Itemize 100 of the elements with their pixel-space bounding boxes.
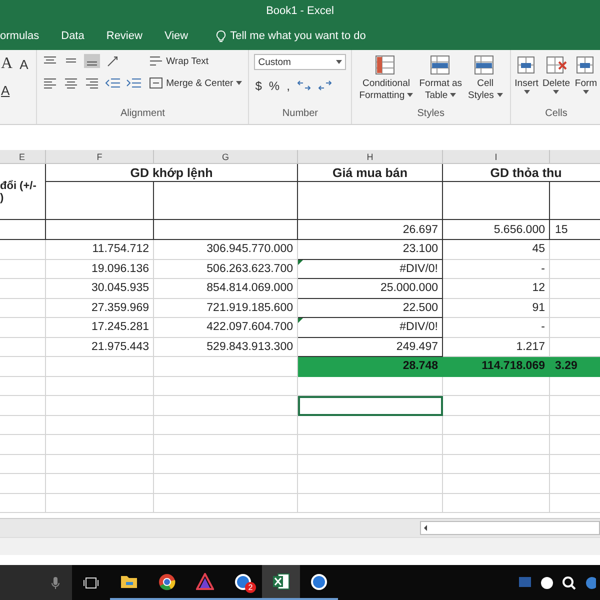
selected-cell[interactable] [298, 396, 443, 416]
align-left-icon[interactable] [42, 76, 58, 90]
table-cell [0, 376, 46, 396]
table-cell [0, 416, 46, 435]
currency-button[interactable]: $ [254, 78, 263, 94]
wrap-text-button[interactable]: Wrap Text [148, 54, 244, 68]
cell-value: 11.754.712 [92, 243, 149, 256]
header-text: ) [0, 192, 4, 204]
globe-icon[interactable] [584, 576, 596, 590]
table-cell [0, 435, 46, 454]
grow-font-button[interactable]: A [0, 54, 14, 74]
cell-value: 12 [532, 282, 545, 294]
table-cell [0, 494, 46, 513]
caret-icon [524, 90, 530, 94]
cell-value: 23.100 [402, 243, 438, 256]
table-cell[interactable]: #DIV/0! [298, 260, 443, 279]
column-header[interactable]: F [96, 152, 102, 162]
triangle-app-icon[interactable] [196, 573, 214, 590]
table-cell[interactable]: 22.500 [298, 298, 443, 318]
increase-indent-icon[interactable] [126, 76, 142, 90]
spreadsheet-app-icon[interactable] [272, 573, 290, 590]
cell-value: 506.263.623.700 [206, 262, 293, 275]
column-header[interactable]: I [494, 152, 498, 162]
cell-value: 1.217 [516, 340, 545, 353]
cell-value: 854.814.069.000 [206, 282, 293, 294]
task-view-icon[interactable] [83, 576, 99, 588]
styles-button[interactable]: Conditional Formatting [357, 54, 416, 108]
keyboard-icon[interactable] [518, 576, 532, 588]
cells-button[interactable]: Form [572, 54, 600, 108]
cell-value: #DIV/0! [400, 321, 438, 334]
ribbon-tab[interactable]: Review [106, 28, 142, 44]
table-cell[interactable] [298, 435, 443, 454]
table-cell[interactable] [298, 454, 443, 474]
align-center-icon[interactable] [63, 76, 80, 90]
caret-icon [583, 90, 589, 94]
decrease-indent-icon[interactable] [105, 76, 122, 90]
column-header[interactable]: G [222, 152, 229, 162]
styles-button[interactable]: Format as Table [417, 54, 464, 108]
caret-icon [336, 60, 342, 64]
folder-icon[interactable] [120, 574, 138, 589]
column-header[interactable]: H [366, 152, 374, 162]
header-text: GD khớp lệnh [130, 166, 213, 180]
cell-value: 5.656.000 [494, 224, 545, 236]
merge-cells-icon [149, 77, 164, 89]
group-label: Alignment [119, 108, 166, 121]
caret-icon [553, 90, 560, 94]
cell-value: 30.045.935 [91, 282, 149, 294]
header-text: đổi (+/- [0, 180, 36, 192]
increase-decimal-icon[interactable] [296, 79, 312, 93]
ribbon-tab[interactable]: Data [61, 28, 84, 44]
total-value: 3.29 [555, 360, 578, 372]
lightbulb-icon [216, 30, 226, 42]
table-cell[interactable] [298, 494, 443, 513]
cell-value: 721.919.185.600 [206, 302, 293, 314]
column-header[interactable]: E [18, 152, 25, 162]
header-text: Giá mua bán [332, 166, 408, 180]
caret-icon [496, 93, 503, 98]
table-cell[interactable]: 28.748 [298, 357, 443, 376]
cell-value: 45 [532, 243, 545, 256]
styles-button[interactable]: Cell Styles [466, 54, 505, 108]
cells-button[interactable]: Delete [540, 54, 572, 108]
group-label: Number [281, 108, 319, 121]
table-cell[interactable]: #DIV/0! [298, 318, 443, 338]
shrink-font-button[interactable]: A [18, 56, 30, 72]
table-cell [0, 396, 46, 416]
table-cell[interactable] [298, 474, 443, 494]
table-cell[interactable] [298, 376, 443, 396]
cell-value: 26.697 [402, 224, 438, 236]
cell-value: #DIV/0! [400, 262, 438, 275]
cell-value: 422.097.604.700 [206, 321, 293, 334]
group-label: Styles [416, 108, 446, 121]
table-cell[interactable] [298, 416, 443, 435]
table-cell[interactable]: 23.100 [298, 240, 443, 260]
align-right-icon[interactable] [84, 76, 100, 90]
cell-value: 249.497 [396, 340, 438, 353]
cell-value: 21.975.443 [91, 340, 149, 353]
tell-me-field[interactable]: Tell me what you want to do [216, 30, 366, 42]
taskbar-app[interactable] [262, 565, 300, 600]
ribbon-tab[interactable]: ormulas [0, 28, 40, 44]
cells-button[interactable]: Insert [512, 54, 541, 108]
chat-tray-icon[interactable] [540, 576, 554, 590]
number-format-dropdown[interactable]: Custom [254, 54, 346, 70]
table-cell[interactable]: 26.697 [298, 220, 443, 240]
chat-app-icon[interactable] [310, 572, 328, 590]
cell-value: - [541, 262, 545, 275]
font-color-button[interactable]: A [0, 82, 11, 99]
search-icon[interactable] [562, 576, 576, 590]
cell-value: 529.843.913.300 [206, 340, 293, 353]
horizontal-scrollbar[interactable] [420, 521, 600, 535]
cell-value: 19.096.136 [91, 262, 149, 275]
table-cell[interactable]: 25.000.000 [298, 279, 443, 298]
merge-center-button[interactable]: Merge & Center [148, 76, 244, 90]
percent-button[interactable]: % [268, 78, 281, 94]
comma-button[interactable]: , [286, 78, 291, 94]
microphone-icon[interactable] [51, 576, 60, 590]
decrease-decimal-icon[interactable] [316, 79, 333, 93]
ribbon-tab[interactable]: View [164, 28, 188, 44]
cell-value: 17.245.281 [91, 321, 149, 334]
browser-icon[interactable] [158, 572, 176, 590]
cell-value: 91 [532, 302, 545, 314]
